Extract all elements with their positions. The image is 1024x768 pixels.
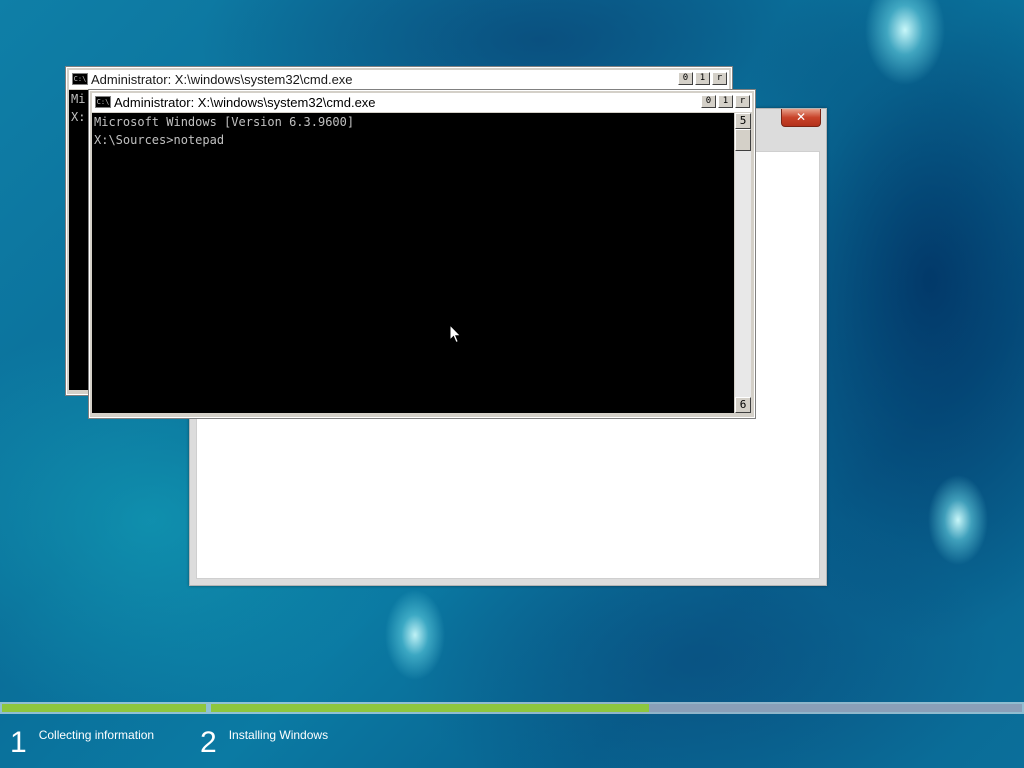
cmd-front-console[interactable]: Microsoft Windows [Version 6.3.9600] X:\S… xyxy=(92,113,734,413)
close-icon: ✕ xyxy=(795,110,807,124)
cmd-back-titlebar[interactable]: C:\ Administrator: X:\windows\system32\c… xyxy=(69,70,729,89)
cmd-front-title: Administrator: X:\windows\system32\cmd.e… xyxy=(114,95,376,110)
cmd-app-icon: C:\ xyxy=(72,73,88,85)
scroll-up-button[interactable]: 5 xyxy=(735,113,751,129)
cmd-back-window-controls: 0 1 r xyxy=(678,72,727,85)
cmd-window-front[interactable]: C:\ Administrator: X:\windows\system32\c… xyxy=(88,89,756,419)
maximize-button[interactable]: 1 xyxy=(695,72,710,85)
setup-step-1: 1 Collecting information xyxy=(10,726,154,760)
step-label: Collecting information xyxy=(38,728,155,742)
step-number: 2 xyxy=(200,726,217,759)
progress-fill-2 xyxy=(211,704,649,712)
cmd-front-window-controls: 0 1 r xyxy=(701,95,750,108)
close-button[interactable]: r xyxy=(735,95,750,108)
scroll-down-button[interactable]: 6 xyxy=(735,397,751,413)
cmd-front-titlebar[interactable]: C:\ Administrator: X:\windows\system32\c… xyxy=(92,93,752,112)
progress-segment-1 xyxy=(2,704,206,712)
minimize-button[interactable]: 0 xyxy=(701,95,716,108)
step-number: 1 xyxy=(10,726,27,759)
console-line: X:\Sources>notepad xyxy=(94,133,225,147)
progress-fill-1 xyxy=(2,704,206,712)
step-label: Installing Windows xyxy=(228,728,329,742)
console-line: Microsoft Windows [Version 6.3.9600] xyxy=(94,115,355,129)
setup-progress-bar xyxy=(0,702,1024,714)
maximize-button[interactable]: 1 xyxy=(718,95,733,108)
progress-segment-2 xyxy=(211,704,1022,712)
setup-close-button[interactable]: ✕ xyxy=(781,109,821,127)
cmd-back-title: Administrator: X:\windows\system32\cmd.e… xyxy=(91,72,353,87)
close-button[interactable]: r xyxy=(712,72,727,85)
minimize-button[interactable]: 0 xyxy=(678,72,693,85)
cmd-app-icon: C:\ xyxy=(95,96,111,108)
vertical-scrollbar[interactable]: 5 6 xyxy=(735,113,751,413)
setup-step-2: 2 Installing Windows xyxy=(200,726,328,760)
scroll-thumb[interactable] xyxy=(735,129,751,151)
mouse-cursor-icon xyxy=(449,324,461,344)
